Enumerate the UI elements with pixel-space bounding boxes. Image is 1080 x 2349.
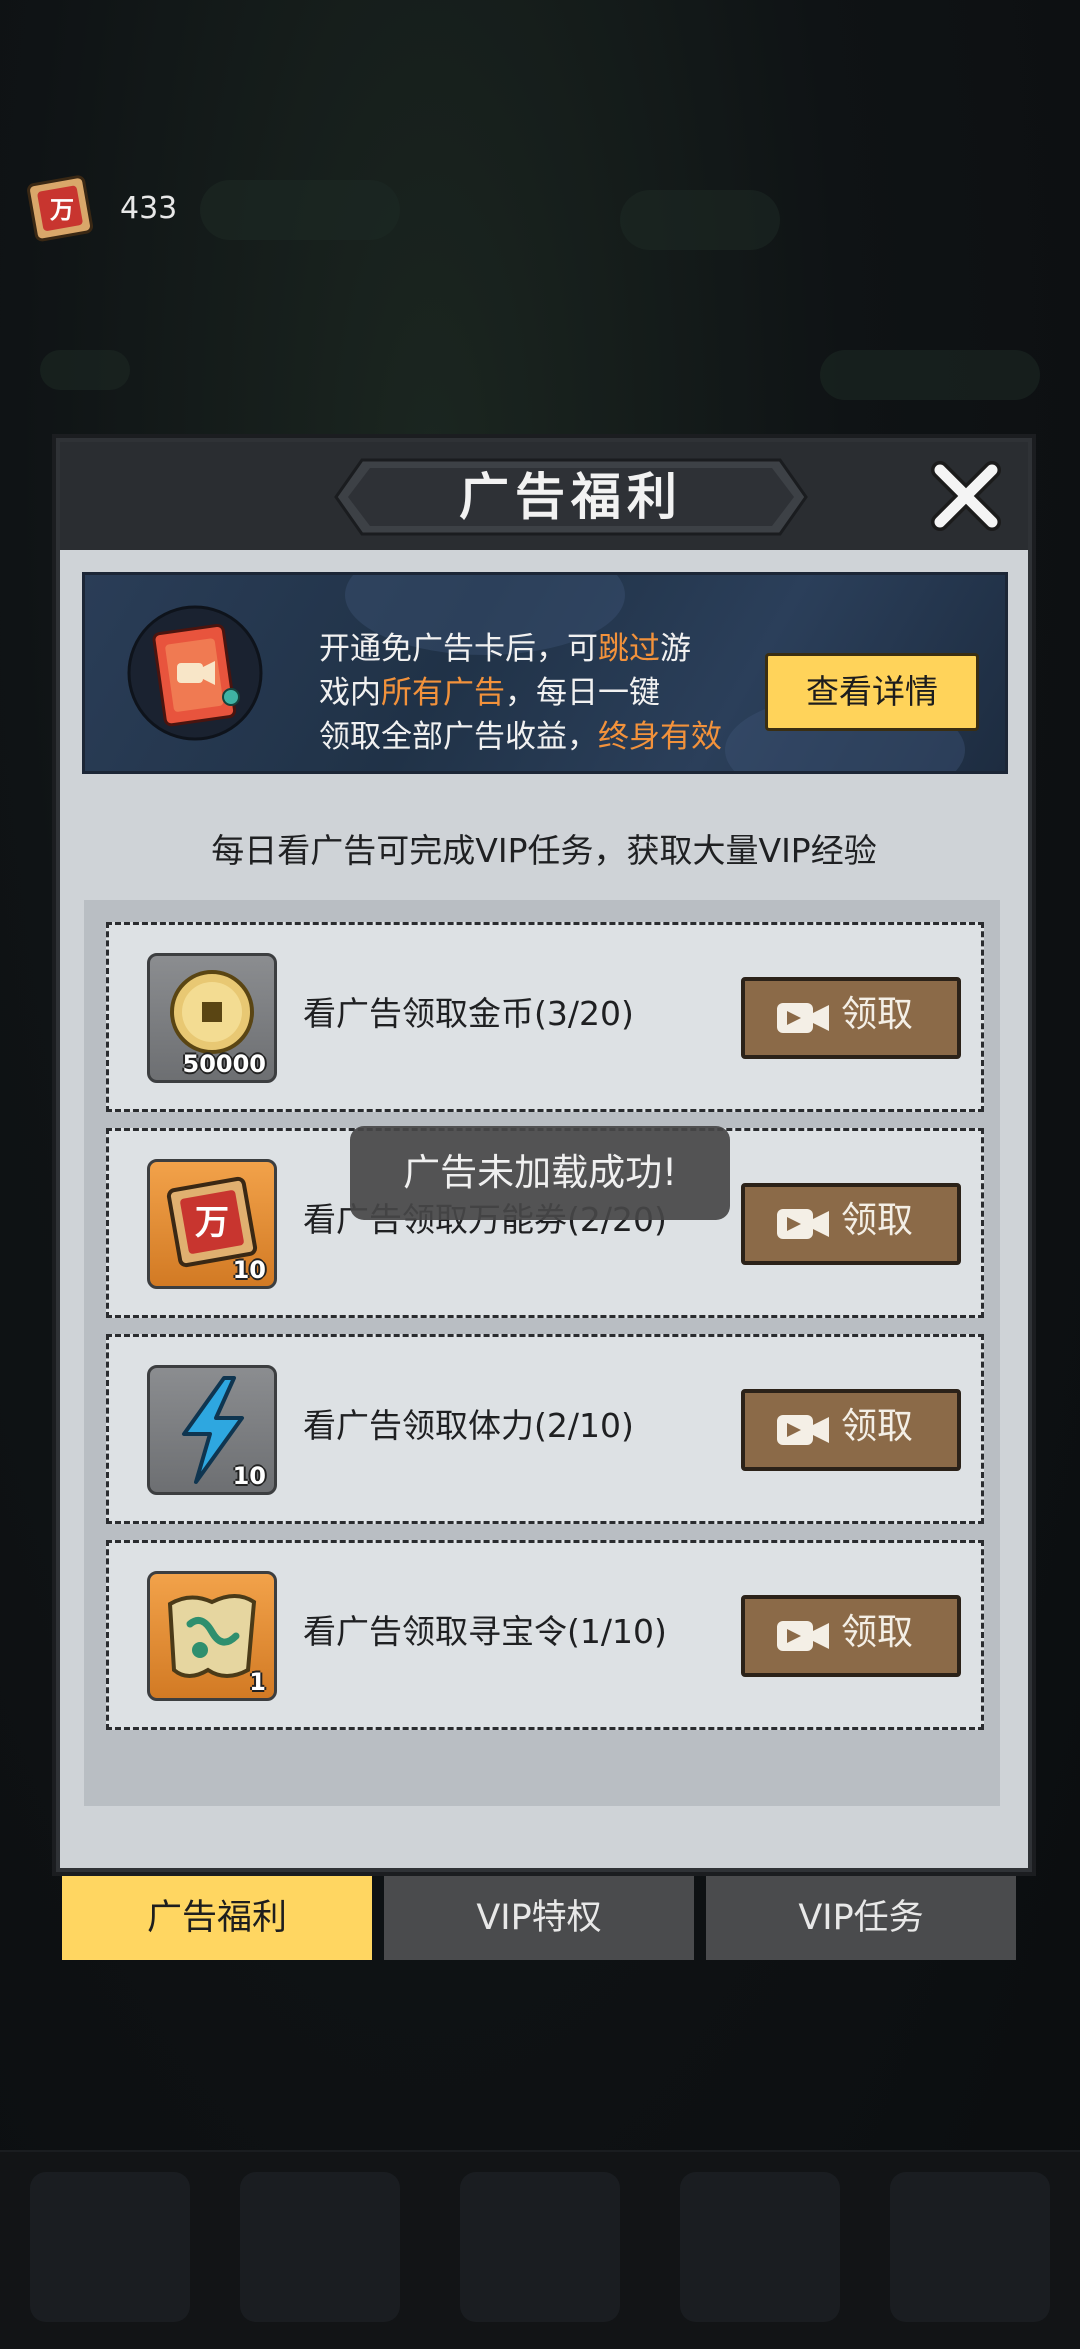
banner-text: 领取全部广告收益， — [319, 719, 598, 755]
claim-label: 领取 — [841, 994, 914, 1035]
voucher-count: 433 — [120, 190, 178, 226]
tab-vip-tasks[interactable]: VIP任务 — [706, 1876, 1016, 1960]
banner-line-1: 开通免广告卡后，可跳过游 — [319, 627, 759, 671]
banner-text: 戏内 — [319, 675, 381, 711]
claim-button[interactable]: 领取 — [741, 1183, 961, 1265]
background-decoration — [620, 190, 780, 250]
background-decoration — [40, 350, 130, 390]
vip-tagline: 每日看广告可完成VIP任务，获取大量VIP经验 — [211, 831, 877, 870]
item-quantity: 50000 — [182, 1050, 267, 1078]
item-slot: 10 — [147, 1365, 277, 1495]
item-slot: 1 — [147, 1571, 277, 1701]
dialog-header: 广告福利 — [60, 442, 1028, 550]
video-camera-icon — [777, 1003, 829, 1033]
title-plate: 广告福利 — [334, 458, 808, 536]
toast-message: 广告未加载成功! — [350, 1126, 730, 1220]
view-details-button[interactable]: 查看详情 — [765, 653, 979, 731]
task-label: 看广告领取体力(2/10) — [303, 1406, 634, 1445]
banner-text: 游 — [660, 631, 691, 667]
task-card-stamina: 10 看广告领取体力(2/10) 领取 — [106, 1334, 984, 1524]
svg-text:万: 万 — [195, 1203, 229, 1243]
voucher-counter: 万 433 — [24, 170, 177, 246]
ad-free-card-banner: 开通免广告卡后，可跳过游 戏内所有广告，每日一键 领取全部广告收益，终身有效 查… — [82, 572, 1008, 774]
video-camera-icon — [777, 1621, 829, 1651]
banner-text: ，每日一键 — [505, 675, 660, 711]
claim-label: 领取 — [841, 1612, 914, 1653]
banner-highlight: 所有广告 — [381, 675, 505, 711]
item-quantity: 1 — [249, 1668, 266, 1696]
ad-free-card-icon — [127, 605, 263, 741]
claim-label: 领取 — [841, 1406, 914, 1447]
nav-slot — [460, 2172, 620, 2322]
voucher-scroll-icon: 万 — [27, 175, 94, 242]
nav-slot — [30, 2172, 190, 2322]
nav-slot — [240, 2172, 400, 2322]
task-label: 看广告领取寻宝令(1/10) — [303, 1612, 667, 1651]
tab-ad-welfare[interactable]: 广告福利 — [62, 1876, 372, 1960]
svg-text:万: 万 — [50, 196, 74, 224]
dialog-tabs: 广告福利 VIP特权 VIP任务 — [62, 1876, 1016, 1960]
item-quantity: 10 — [232, 1462, 266, 1490]
close-icon[interactable] — [926, 456, 1006, 536]
claim-button[interactable]: 领取 — [741, 977, 961, 1059]
banner-highlight: 跳过 — [598, 631, 660, 667]
dialog-title: 广告福利 — [459, 467, 683, 526]
banner-highlight: 终身有效 — [598, 719, 722, 755]
background-decoration — [200, 180, 400, 240]
background-decoration — [820, 350, 1040, 400]
video-camera-icon — [777, 1415, 829, 1445]
item-slot: 50000 — [147, 953, 277, 1083]
nav-slot — [680, 2172, 840, 2322]
task-list: 50000 看广告领取金币(3/20) 领取 万 10 领取 10 看广告领取体… — [84, 900, 1000, 1806]
claim-button[interactable]: 领取 — [741, 1595, 961, 1677]
nav-slot — [890, 2172, 1050, 2322]
item-slot: 万 10 — [147, 1159, 277, 1289]
claim-button[interactable]: 领取 — [741, 1389, 961, 1471]
task-card-gold: 50000 看广告领取金币(3/20) 领取 — [106, 922, 984, 1112]
banner-description: 开通免广告卡后，可跳过游 戏内所有广告，每日一键 领取全部广告收益，终身有效 — [319, 627, 759, 759]
claim-label: 领取 — [841, 1200, 914, 1241]
banner-text: 开通免广告卡后，可 — [319, 631, 598, 667]
banner-line-3: 领取全部广告收益，终身有效 — [319, 715, 759, 759]
task-label: 看广告领取金币(3/20) — [303, 994, 634, 1033]
bottom-navigation-bar — [0, 2150, 1080, 2349]
item-quantity: 10 — [232, 1256, 266, 1284]
task-card-treasure: 1 看广告领取寻宝令(1/10) 领取 — [106, 1540, 984, 1730]
banner-line-2: 戏内所有广告，每日一键 — [319, 671, 759, 715]
tab-vip-privileges[interactable]: VIP特权 — [384, 1876, 694, 1960]
video-camera-icon — [777, 1209, 829, 1239]
